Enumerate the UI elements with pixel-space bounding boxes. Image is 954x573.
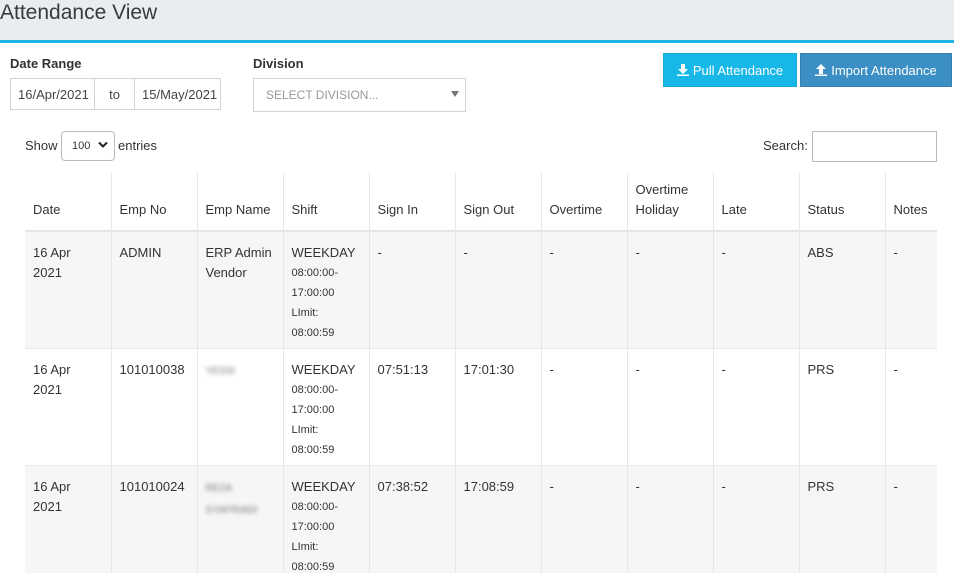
shift-limit-label: LImit: bbox=[291, 307, 319, 319]
cell-sign-in: 07:51:13 bbox=[369, 348, 456, 466]
shift-start: 08:00:00- bbox=[291, 383, 338, 396]
cell-late: - bbox=[713, 231, 800, 349]
cell-status: PRS bbox=[799, 348, 886, 466]
cell-sign-in: 07:38:52 bbox=[369, 465, 456, 573]
entries-select[interactable]: 100 bbox=[61, 131, 115, 161]
emp-name-blurred: YESSI bbox=[205, 365, 235, 377]
cell-emp-no: 101010038 bbox=[111, 348, 198, 466]
cell-emp-name: ERP Admin Vendor bbox=[197, 231, 284, 349]
cell-sign-out: - bbox=[455, 231, 542, 349]
entries-value: 100 bbox=[72, 140, 91, 152]
pull-attendance-button[interactable]: Pull Attendance bbox=[663, 53, 797, 87]
page-header: Attendance View bbox=[0, 0, 954, 43]
shift-name: WEEKDAY bbox=[291, 478, 356, 494]
cell-overtime-holiday: - bbox=[627, 465, 714, 573]
shift-limit: 08:00:59 bbox=[291, 560, 335, 573]
shift-limit: 08:00:59 bbox=[291, 327, 335, 339]
cell-overtime: - bbox=[541, 231, 628, 349]
column-header-notes[interactable]: Notes bbox=[885, 173, 937, 232]
cell-emp-no: ADMIN bbox=[111, 231, 198, 349]
date-range-label: Date Range bbox=[10, 56, 82, 71]
date-range-group: 16/Apr/2021 to 15/May/2021 bbox=[10, 78, 221, 110]
upload-icon bbox=[815, 64, 828, 76]
shift-start: 08:00:00- bbox=[291, 500, 338, 513]
cell-overtime: - bbox=[541, 348, 628, 466]
shift-limit: 08:00:59 bbox=[291, 443, 335, 456]
date-range-separator: to bbox=[95, 78, 134, 110]
shift-end: 17:00:00 bbox=[291, 403, 335, 416]
column-header-overtime[interactable]: Overtime bbox=[541, 173, 628, 232]
division-label: Division bbox=[253, 56, 304, 71]
download-icon bbox=[676, 64, 689, 76]
table-header-row: Date Emp No Emp Name Shift Sign In Sign … bbox=[25, 173, 937, 232]
page-title: Attendance View bbox=[0, 1, 158, 24]
emp-name-blurred: REZA SYAFRIADI bbox=[205, 482, 258, 516]
caret-down-icon bbox=[451, 91, 459, 97]
column-header-sign-in[interactable]: Sign In bbox=[369, 173, 456, 232]
table-row: 16 Apr 2021 101010038 YESSI WEEKDAY 08:0… bbox=[25, 348, 937, 466]
entries-label: entries bbox=[118, 138, 158, 153]
cell-overtime-holiday: - bbox=[627, 231, 714, 349]
cell-shift: WEEKDAY 08:00:00- 17:00:00 LImit: 08:00:… bbox=[283, 465, 370, 573]
shift-name: WEEKDAY bbox=[291, 361, 356, 377]
search-input[interactable] bbox=[812, 131, 937, 162]
table-row: 16 Apr 2021 101010024 REZA SYAFRIADI WEE… bbox=[25, 465, 937, 573]
cell-late: - bbox=[713, 465, 800, 573]
cell-date: 16 Apr 2021 bbox=[25, 465, 112, 573]
show-label: Show bbox=[25, 138, 58, 153]
column-header-status[interactable]: Status bbox=[799, 173, 886, 232]
chevron-down-icon bbox=[98, 141, 108, 148]
date-to-input[interactable]: 15/May/2021 bbox=[134, 78, 221, 110]
search-label: Search: bbox=[763, 138, 808, 153]
column-header-shift[interactable]: Shift bbox=[283, 173, 370, 232]
import-attendance-label: Import Attendance bbox=[831, 62, 937, 78]
date-from-input[interactable]: 16/Apr/2021 bbox=[10, 78, 95, 110]
cell-emp-name: YESSI bbox=[197, 348, 284, 466]
cell-sign-out: 17:08:59 bbox=[455, 465, 542, 573]
shift-start: 08:00:00- bbox=[291, 267, 338, 279]
column-header-overtime-holiday[interactable]: Overtime Holiday bbox=[627, 173, 714, 232]
table-row: 16 Apr 2021 ADMIN ERP Admin Vendor WEEKD… bbox=[25, 231, 937, 349]
cell-date: 16 Apr 2021 bbox=[25, 231, 112, 349]
shift-end: 17:00:00 bbox=[291, 520, 335, 533]
cell-late: - bbox=[713, 348, 800, 466]
cell-date: 16 Apr 2021 bbox=[25, 348, 112, 466]
division-select[interactable]: SELECT DIVISION... bbox=[253, 78, 466, 112]
cell-notes: - bbox=[885, 348, 937, 466]
column-header-emp-no[interactable]: Emp No bbox=[111, 173, 198, 232]
shift-limit-label: LImit: bbox=[291, 423, 319, 436]
division-placeholder: SELECT DIVISION... bbox=[266, 88, 379, 102]
cell-sign-out: 17:01:30 bbox=[455, 348, 542, 466]
cell-status: ABS bbox=[799, 231, 886, 349]
cell-notes: - bbox=[885, 465, 937, 573]
shift-name: WEEKDAY bbox=[291, 245, 356, 260]
column-header-emp-name[interactable]: Emp Name bbox=[197, 173, 284, 232]
shift-limit-label: LImit: bbox=[291, 540, 319, 553]
cell-sign-in: - bbox=[369, 231, 456, 349]
cell-status: PRS bbox=[799, 465, 886, 573]
shift-end: 17:00:00 bbox=[291, 287, 335, 299]
cell-emp-no: 101010024 bbox=[111, 465, 198, 573]
import-attendance-button[interactable]: Import Attendance bbox=[800, 53, 952, 87]
column-header-sign-out[interactable]: Sign Out bbox=[455, 173, 542, 232]
cell-shift: WEEKDAY 08:00:00- 17:00:00 LImit: 08:00:… bbox=[283, 231, 370, 349]
attendance-table: Date Emp No Emp Name Shift Sign In Sign … bbox=[25, 173, 937, 573]
pull-attendance-label: Pull Attendance bbox=[692, 62, 784, 78]
attendance-table-container: Date Emp No Emp Name Shift Sign In Sign … bbox=[25, 173, 937, 573]
cell-overtime: - bbox=[541, 465, 628, 573]
cell-overtime-holiday: - bbox=[627, 348, 714, 466]
cell-notes: - bbox=[885, 231, 937, 349]
cell-shift: WEEKDAY 08:00:00- 17:00:00 LImit: 08:00:… bbox=[283, 348, 370, 466]
column-header-date[interactable]: Date bbox=[25, 173, 112, 232]
column-header-late[interactable]: Late bbox=[713, 173, 800, 232]
cell-emp-name: REZA SYAFRIADI bbox=[197, 465, 284, 573]
